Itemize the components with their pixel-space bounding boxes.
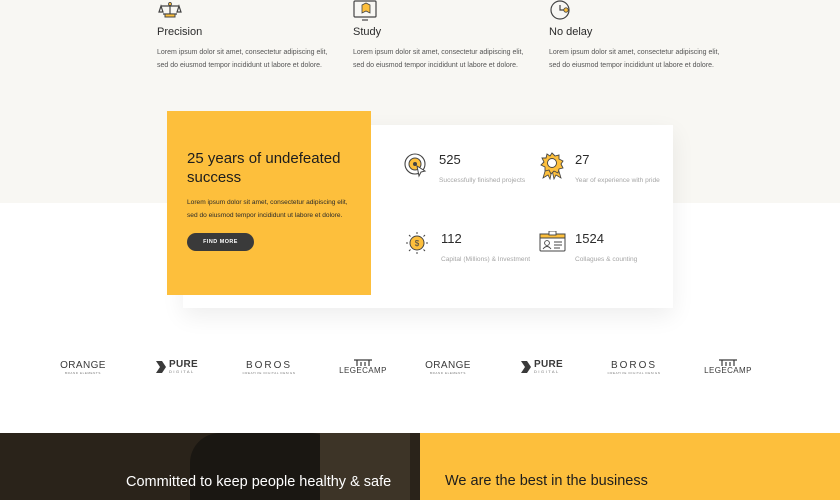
logo-orange[interactable]: ORANGE BRAND ELEMENTS [58,352,108,382]
logo-boros[interactable]: BOROS CREATIVE DIGITAL DESIGN [607,352,660,382]
stat-number: 27 [575,152,590,167]
stat-label: Collagues & counting [575,256,638,263]
promo-title: 25 years of undefeated success [187,150,341,186]
best-business-banner: We are the best in the business [420,433,840,500]
find-more-button[interactable]: FIND MORE [187,233,254,251]
promo-text: Lorem ipsum dolor sit amet, consectetur … [187,199,348,219]
logo-legecamp[interactable]: LEGECAMP [337,352,389,382]
legecamp-gate-icon [354,359,372,366]
award-badge-icon [539,152,565,181]
stat-number: 1524 [575,231,604,246]
stat-label: Year of experience with pride [575,177,660,184]
id-card-icon [539,230,566,257]
feature-precision: Precision Lorem ipsum dolor sit amet, co… [157,0,337,72]
pure-chevron-icon [156,361,166,373]
feature-text: Lorem ipsum dolor sit amet, consectetur … [549,49,720,69]
logo-boros[interactable]: BOROS CREATIVE DIGITAL DESIGN [242,352,295,382]
stat-label: Capital (Millions) & Investment [441,256,531,263]
commitment-title: Committed to keep people healthy & safe [126,474,392,490]
feature-title: Study [353,26,382,38]
logo-legecamp[interactable]: LEGECAMP [702,352,754,382]
svg-text:$: $ [415,239,420,248]
feature-text: Lorem ipsum dolor sit amet, consectetur … [353,49,524,69]
logo-orange[interactable]: ORANGE BRAND ELEMENTS [423,352,473,382]
best-business-title: We are the best in the business [445,473,648,489]
coin-icon: $ [405,231,431,257]
feature-study: Study Lorem ipsum dolor sit amet, consec… [353,0,533,72]
legecamp-gate-icon [719,359,737,366]
stat-number: 112 [441,231,462,246]
stat-label: Successfully finished projects [439,177,526,184]
logo-pure[interactable]: PURE DIGITAL [515,352,569,382]
target-cursor-icon [403,152,429,178]
stat-number: 525 [439,152,461,167]
clock-icon [549,0,729,22]
promo-box: 25 years of undefeated success Lorem ips… [167,111,371,295]
scales-icon [157,0,337,22]
feature-title: No delay [549,26,593,38]
feature-no-delay: No delay Lorem ipsum dolor sit amet, con… [549,0,729,72]
client-logos: ORANGE BRAND ELEMENTS PURE DIGITAL BOROS… [0,352,840,382]
feature-title: Precision [157,26,203,38]
logo-pure[interactable]: PURE DIGITAL [150,352,204,382]
pure-chevron-icon [521,361,531,373]
monitor-study-icon [353,0,533,22]
commitment-banner: Committed to keep people healthy & safe [0,433,420,500]
feature-text: Lorem ipsum dolor sit amet, consectetur … [157,49,328,69]
